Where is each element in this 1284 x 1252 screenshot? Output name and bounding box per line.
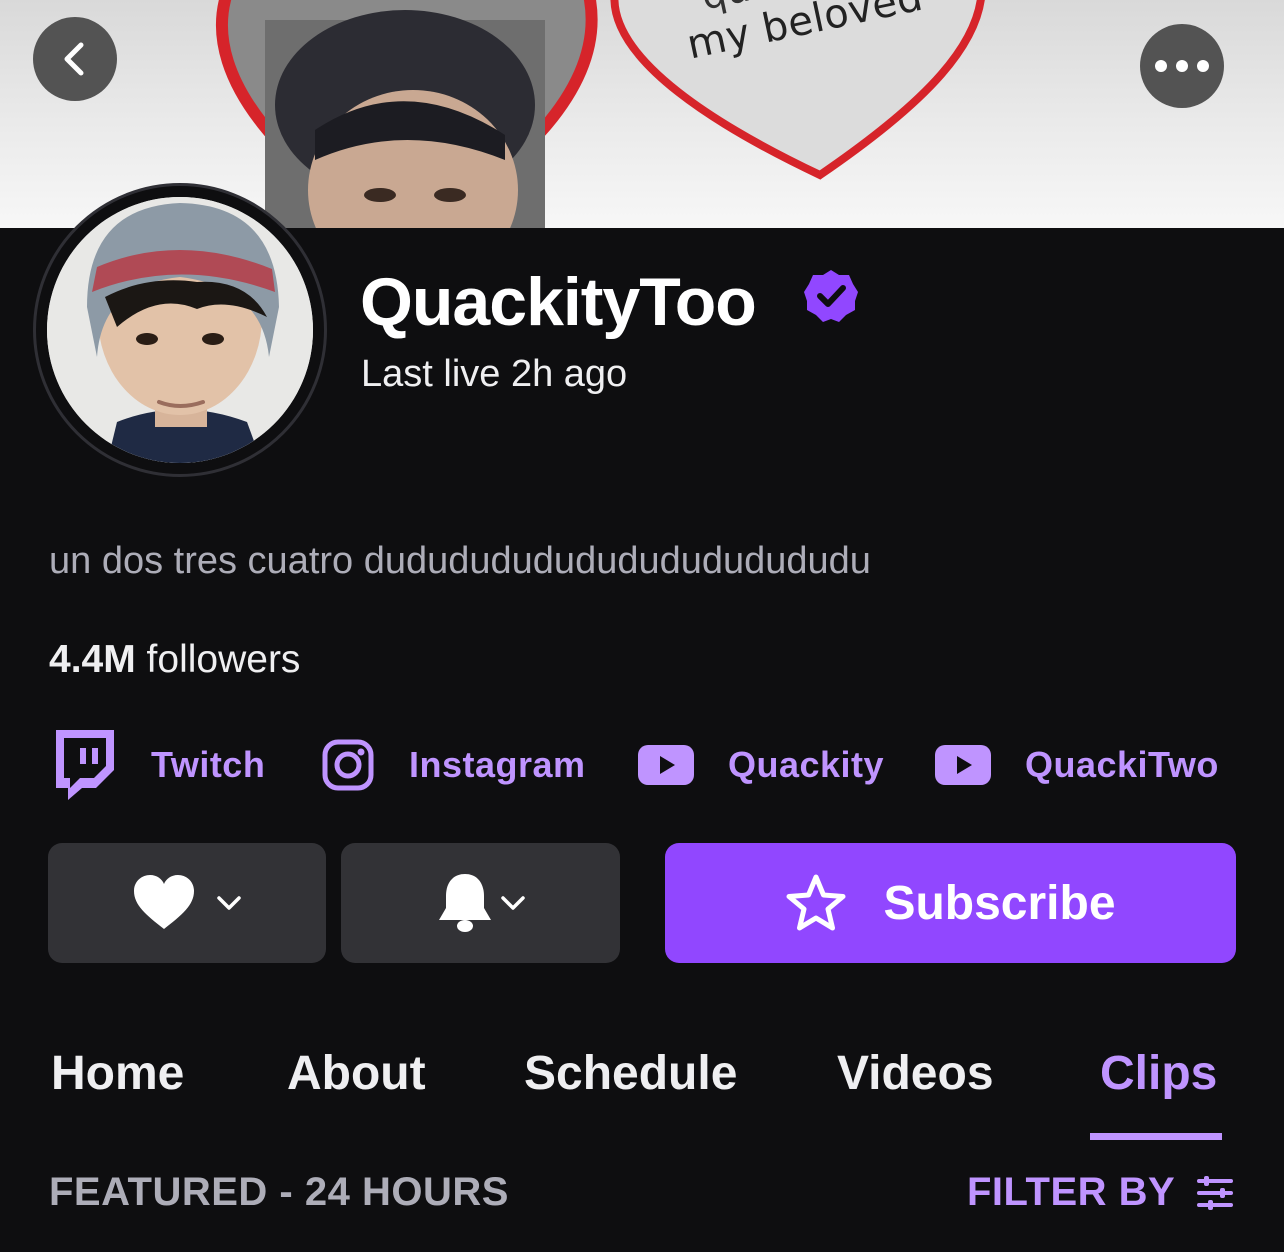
bell-icon xyxy=(438,874,491,932)
youtube-icon xyxy=(935,745,991,785)
followers-count: 4.4M followers xyxy=(49,638,300,682)
notifications-button[interactable] xyxy=(341,843,620,963)
social-link-instagram[interactable]: Instagram xyxy=(322,730,586,800)
twitch-icon xyxy=(56,730,114,800)
social-link-label: QuackiTwo xyxy=(1025,744,1219,785)
followers-label: followers xyxy=(135,638,301,681)
avatar[interactable] xyxy=(47,197,313,463)
channel-name: QuackityToo xyxy=(360,264,757,340)
subscribe-label: Subscribe xyxy=(883,876,1116,930)
tab-schedule[interactable]: Schedule xyxy=(524,1046,737,1101)
channel-bio: un dos tres cuatro dudududududududududud… xyxy=(49,540,871,582)
subscribe-button[interactable]: Subscribe xyxy=(665,843,1236,963)
chevron-down-icon xyxy=(500,896,525,910)
verified-badge-icon xyxy=(804,270,858,322)
youtube-icon xyxy=(638,745,694,785)
more-horizontal-icon xyxy=(1155,60,1209,72)
social-link-twitch[interactable]: Twitch xyxy=(52,730,265,800)
last-live-status: Last live 2h ago xyxy=(361,353,628,395)
tab-about[interactable]: About xyxy=(287,1046,426,1101)
clips-section-title: FEATURED - 24 HOURS xyxy=(49,1170,509,1214)
social-link-label: Twitch xyxy=(151,744,266,785)
chevron-left-icon xyxy=(64,42,84,76)
back-button[interactable] xyxy=(33,17,117,101)
star-icon xyxy=(786,874,846,931)
instagram-icon xyxy=(322,739,374,791)
heart-icon xyxy=(134,875,194,929)
filter-by-button[interactable]: FILTER BY xyxy=(967,1170,1175,1215)
social-link-youtube-quackity[interactable]: Quackity xyxy=(638,730,884,800)
active-tab-indicator xyxy=(1090,1133,1222,1140)
social-link-youtube-quackitwo[interactable]: QuackiTwo xyxy=(935,730,1219,800)
avatar-image xyxy=(47,197,313,463)
tab-videos[interactable]: Videos xyxy=(837,1046,994,1101)
filter-sliders-icon[interactable] xyxy=(1196,1176,1234,1210)
more-options-button[interactable] xyxy=(1140,24,1224,108)
follow-button[interactable] xyxy=(48,843,326,963)
chevron-down-icon xyxy=(217,896,241,910)
banner-heart-left xyxy=(215,0,598,228)
tab-home[interactable]: Home xyxy=(51,1046,184,1101)
social-link-label: Instagram xyxy=(409,744,586,785)
followers-number: 4.4M xyxy=(49,638,136,681)
tab-clips[interactable]: Clips xyxy=(1100,1046,1217,1101)
social-link-label: Quackity xyxy=(728,744,885,785)
